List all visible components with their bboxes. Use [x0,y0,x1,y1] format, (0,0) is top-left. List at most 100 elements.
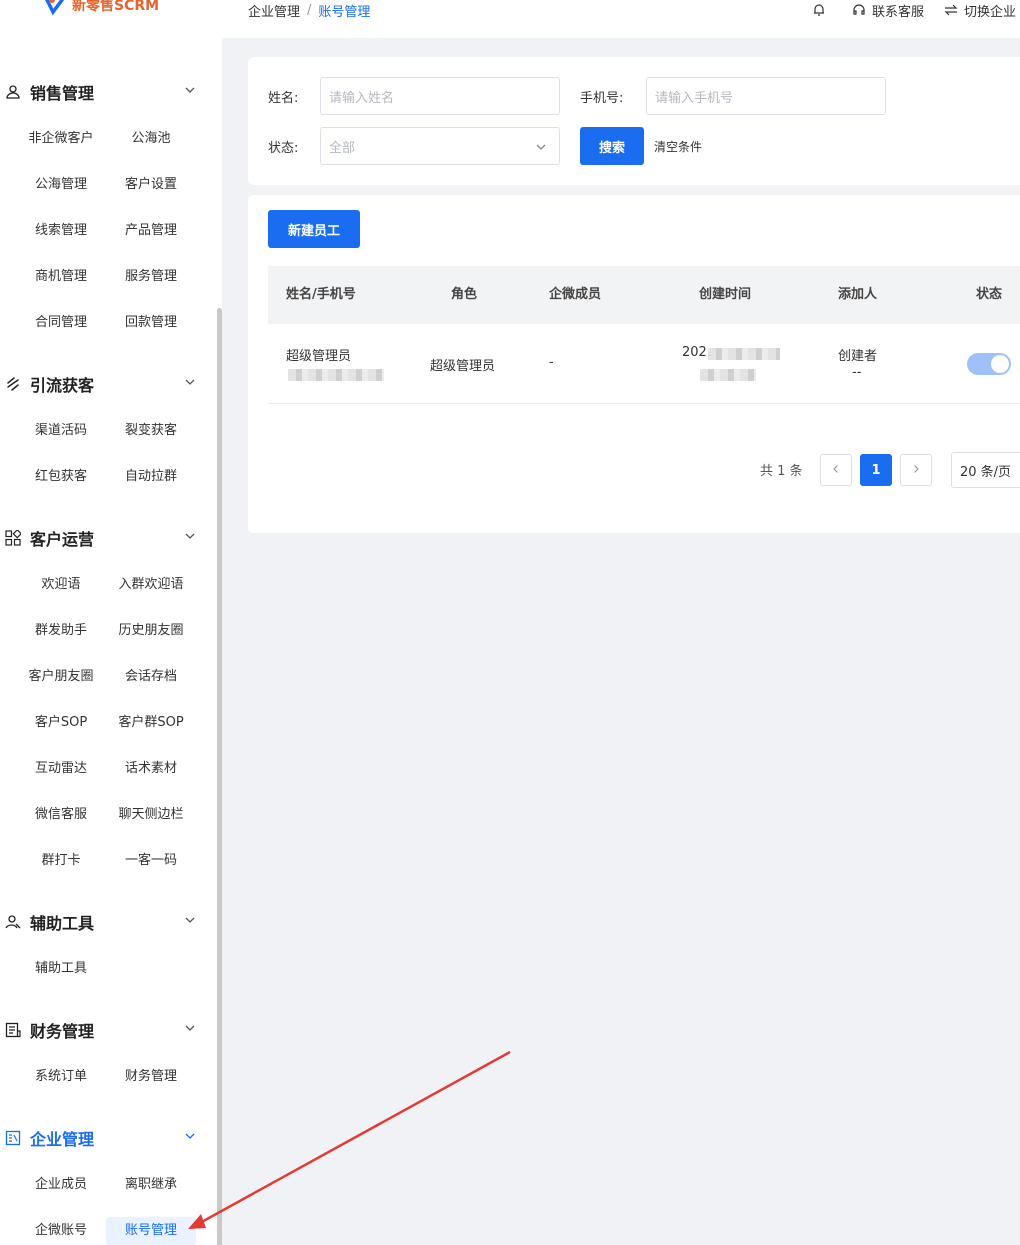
table-row: 超级管理员 超级管理员 - 202 创建者 -- [268,324,1020,404]
sidebar-scrollbar[interactable] [217,308,222,1245]
page-size-value: 20 条/页 [960,464,1012,480]
prev-page-button[interactable] [820,454,852,486]
breadcrumb-separator: / [307,2,312,18]
column-header: 企微成员 [549,287,602,302]
chevron-down-icon [535,141,547,157]
redacted-created-date [708,348,780,360]
sidebar-item[interactable]: 渠道活码 [16,417,106,445]
sidebar-item[interactable]: 客户设置 [106,171,196,199]
sidebar-item[interactable]: 裂变获客 [106,417,196,445]
sidebar-item[interactable]: 欢迎语 [16,571,106,599]
sidebar-item[interactable]: 产品管理 [106,217,196,245]
sidebar-item[interactable]: 一客一码 [106,847,196,875]
sidebar-group-sales: 销售管理 非企微客户 公海池 公海管理 客户设置 线索管理 产品管理 商机管理 … [0,78,210,330]
column-header: 姓名/手机号 [286,287,356,302]
sidebar-item[interactable]: 回款管理 [106,309,196,337]
search-panel: 姓名: 请输入姓名 手机号: 请输入手机号 状态: 全部 搜索 清空条件 [248,57,1020,185]
sidebar-item[interactable]: 线索管理 [16,217,106,245]
app-logo[interactable]: 新零售SCRM [44,0,159,16]
sidebar-group-traffic: 引流获客 渠道活码 裂变获客 红包获客 自动拉群 [0,370,210,484]
search-button[interactable]: 搜索 [580,127,644,165]
sidebar-group-header-sales[interactable]: 销售管理 [0,78,210,106]
sidebar-item[interactable]: 公海管理 [16,171,106,199]
top-actions: 联系客服 切换企业 [792,0,1016,20]
contact-support-button[interactable]: 联系客服 [852,1,924,20]
cell-adder: 创建者 [838,349,878,364]
sidebar-item[interactable]: 入群欢迎语 [106,571,196,599]
sidebar-item[interactable]: 客户朋友圈 [16,663,106,691]
column-header: 状态 [976,287,1003,302]
logo-mark-icon [44,0,68,16]
name-input-placeholder: 请输入姓名 [329,90,395,106]
sidebar-group-title: 销售管理 [30,84,95,103]
name-input[interactable]: 请输入姓名 [320,77,560,115]
chevron-down-icon [184,1022,196,1038]
sidebar-group-header-tools[interactable]: 辅助工具 [0,908,210,936]
sidebar-group-tools: 辅助工具 辅助工具 [0,908,210,976]
pagination-total: 共 1 条 [760,464,803,479]
enterprise-icon [4,1129,22,1147]
sidebar-item[interactable]: 离职继承 [106,1171,196,1199]
phone-input[interactable]: 请输入手机号 [646,77,886,115]
sidebar-item[interactable]: 群打卡 [16,847,106,875]
sidebar-item[interactable]: 会话存档 [106,663,196,691]
switch-enterprise-button[interactable]: 切换企业 [944,1,1016,20]
sidebar-item[interactable]: 商机管理 [16,263,106,291]
sidebar-item[interactable]: 聊天侧边栏 [106,801,196,829]
status-toggle[interactable] [967,353,1011,375]
cell-name: 超级管理员 [286,349,352,364]
status-select[interactable]: 全部 [320,127,560,165]
sidebar-item[interactable]: 服务管理 [106,263,196,291]
finance-icon [4,1021,22,1039]
next-page-button[interactable] [900,454,932,486]
sidebar-item[interactable]: 话术素材 [106,755,196,783]
sidebar-group-header-traffic[interactable]: 引流获客 [0,370,210,398]
sidebar-item[interactable]: 历史朋友圈 [106,617,196,645]
sidebar-group-header-enterprise[interactable]: 企业管理 [0,1124,210,1152]
sidebar-group-title: 引流获客 [30,376,95,395]
switch-arrows-icon [944,3,958,17]
contact-support-label: 联系客服 [871,4,924,20]
sidebar-group-title: 财务管理 [30,1022,95,1041]
sidebar-item[interactable]: 互动雷达 [16,755,106,783]
table-header: 姓名/手机号 角色 企微成员 创建时间 添加人 状态 [268,266,1020,324]
chevron-down-icon [184,914,196,930]
logo-text: 新零售SCRM [72,0,160,14]
sidebar-group-enterprise: 企业管理 企业成员 离职继承 企微账号 账号管理 [0,1124,210,1245]
sidebar-group-header-finance[interactable]: 财务管理 [0,1016,210,1044]
sidebar-group-title: 辅助工具 [30,914,95,933]
sidebar-item[interactable]: 合同管理 [16,309,106,337]
sidebar-item[interactable]: 自动拉群 [106,463,196,491]
sidebar-group-header-customer-ops[interactable]: 客户运营 [0,524,210,552]
chevron-right-icon [911,463,921,478]
breadcrumb-item-enterprise[interactable]: 企业管理 [248,1,300,20]
sidebar-item[interactable]: 客户群SOP [106,709,196,737]
notification-button[interactable] [812,3,832,17]
sidebar-item[interactable]: 财务管理 [106,1063,196,1091]
tool-user-icon [4,913,22,931]
redacted-created-time [700,369,756,381]
sidebar-item[interactable]: 群发助手 [16,617,106,645]
column-header: 角色 [451,287,478,302]
new-employee-button[interactable]: 新建员工 [268,210,360,248]
sidebar-item[interactable]: 微信客服 [16,801,106,829]
sidebar-item[interactable]: 客户SOP [16,709,106,737]
sidebar-item[interactable]: 公海池 [106,125,196,153]
sidebar-item-account-management-active[interactable]: 账号管理 [106,1217,196,1245]
sidebar-item[interactable]: 辅助工具 [16,955,106,983]
page-number-button[interactable]: 1 [860,454,892,486]
cell-wecom-member: - [549,355,554,370]
sidebar-group-title: 客户运营 [30,530,95,549]
sidebar-item[interactable]: 企业成员 [16,1171,106,1199]
bell-icon [812,3,826,17]
clear-conditions-link[interactable]: 清空条件 [654,138,702,155]
cell-adder-sub: -- [852,365,862,380]
page-size-select[interactable]: 20 条/页 [951,452,1020,488]
sidebar-item[interactable]: 非企微客户 [16,125,106,153]
sidebar-item[interactable]: 企微账号 [16,1217,106,1245]
table-panel: 新建员工 姓名/手机号 角色 企微成员 创建时间 添加人 状态 超级管理员 超级… [248,195,1020,533]
sidebar-item[interactable]: 红包获客 [16,463,106,491]
sidebar-item[interactable]: 系统订单 [16,1063,106,1091]
column-header: 创建时间 [699,287,752,302]
phone-label: 手机号: [580,91,624,106]
